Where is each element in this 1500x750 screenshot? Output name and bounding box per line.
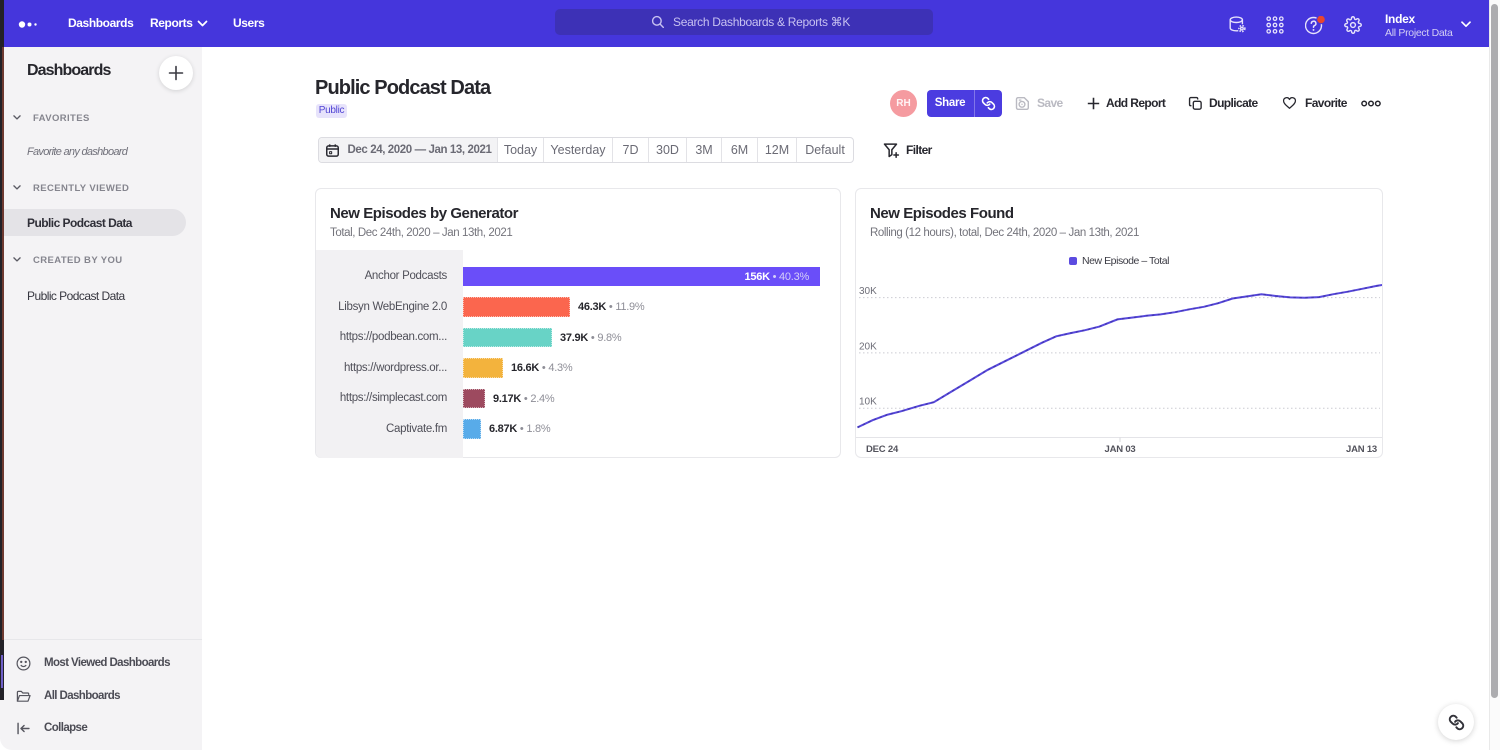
svg-text:JAN 03: JAN 03 — [1104, 444, 1135, 455]
svg-text:10K: 10K — [859, 397, 877, 408]
svg-text:30K: 30K — [859, 286, 877, 297]
svg-text:JAN 13: JAN 13 — [1346, 444, 1377, 455]
svg-text:DEC 24: DEC 24 — [866, 444, 899, 455]
svg-text:20K: 20K — [859, 341, 877, 352]
